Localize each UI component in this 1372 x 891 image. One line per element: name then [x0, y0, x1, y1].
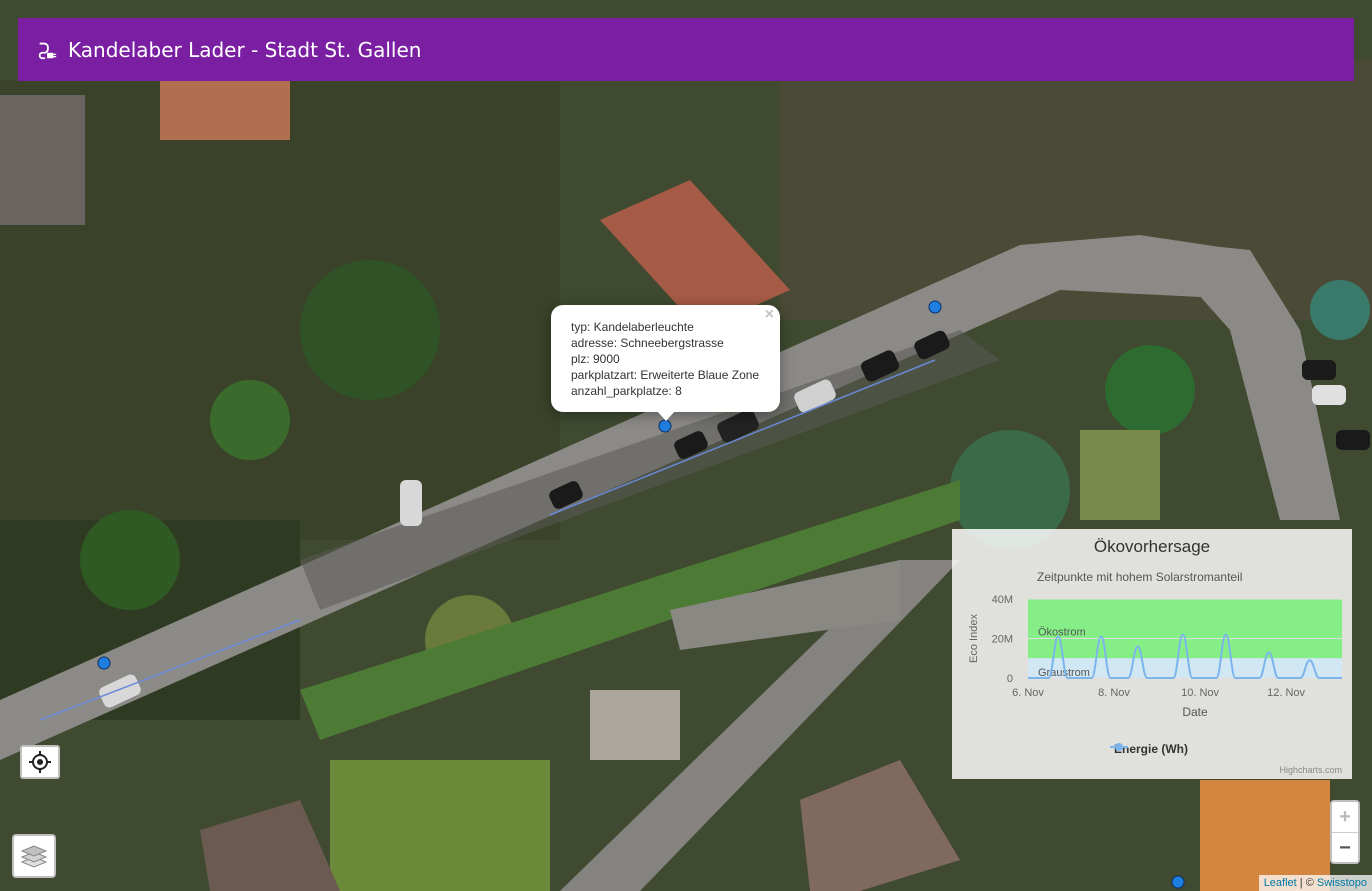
charger-marker-selected[interactable]	[658, 419, 672, 433]
x-tick-label: 10. Nov	[1181, 687, 1219, 699]
y-tick-label: 40M	[992, 594, 1013, 606]
popup-line-adresse: adresse: Schneebergstrasse	[571, 336, 724, 350]
layers-icon	[20, 845, 48, 868]
locate-button[interactable]	[20, 745, 60, 779]
popup-line-anzahl-parkplatze: anzahl_parkplatze: 8	[571, 384, 682, 398]
popup-tip	[657, 411, 675, 421]
zoom-out-button[interactable]: −	[1332, 833, 1358, 863]
map-attribution: Leaflet | © Swisstopo	[1258, 875, 1372, 891]
y-axis-label: Eco Index	[968, 614, 980, 663]
popup-line-typ: typ: Kandelaberleuchte	[571, 320, 694, 334]
x-tick-label: 12. Nov	[1267, 687, 1305, 699]
swisstopo-link[interactable]: Swisstopo	[1317, 877, 1367, 889]
popup-line-plz: plz: 9000	[571, 352, 620, 366]
app-title: Kandelaber Lader - Stadt St. Gallen	[68, 37, 422, 62]
chart-title: Ökovorhersage	[1093, 537, 1211, 556]
charger-marker[interactable]	[97, 656, 111, 670]
y-tick-label: 0	[1007, 673, 1013, 685]
leaflet-link[interactable]: Leaflet	[1264, 877, 1297, 889]
x-axis-label: Date	[1182, 705, 1208, 719]
charger-marker[interactable]	[1171, 875, 1185, 889]
popup-close-button[interactable]: ×	[765, 307, 774, 323]
plug-icon	[38, 42, 57, 59]
chart-subtitle: Zeitpunkte mit hohem Solarstromanteil	[1037, 570, 1243, 584]
x-tick-label: 8. Nov	[1098, 687, 1130, 699]
x-tick-label: 6. Nov	[1012, 687, 1044, 699]
legend-marker-icon	[1110, 743, 1128, 751]
chart-credit[interactable]: Highcharts.com	[1279, 765, 1342, 775]
y-tick-label: 20M	[992, 634, 1013, 646]
popup-line-parkplatzart: parkplatzart: Erweiterte Blaue Zone	[571, 368, 760, 382]
zoom-control: + −	[1330, 800, 1360, 864]
eco-forecast-chart: Ökostrom Graustrom 0 20M 40M Eco Index 6. Nov 8…	[952, 529, 1352, 779]
crosshair-icon	[29, 751, 51, 773]
attribution-separator: | ©	[1296, 877, 1317, 889]
plot-band-label: Ökostrom	[1038, 626, 1086, 638]
zoom-in-button[interactable]: +	[1332, 802, 1358, 833]
layers-button[interactable]	[12, 834, 56, 878]
charger-info-popup: × typ: Kandelaberleuchte adresse: Schnee…	[551, 305, 780, 421]
app-header: Kandelaber Lader - Stadt St. Gallen	[18, 18, 1354, 81]
chart-legend-item[interactable]: Energie (Wh)	[1110, 742, 1188, 756]
charger-marker[interactable]	[928, 300, 942, 314]
